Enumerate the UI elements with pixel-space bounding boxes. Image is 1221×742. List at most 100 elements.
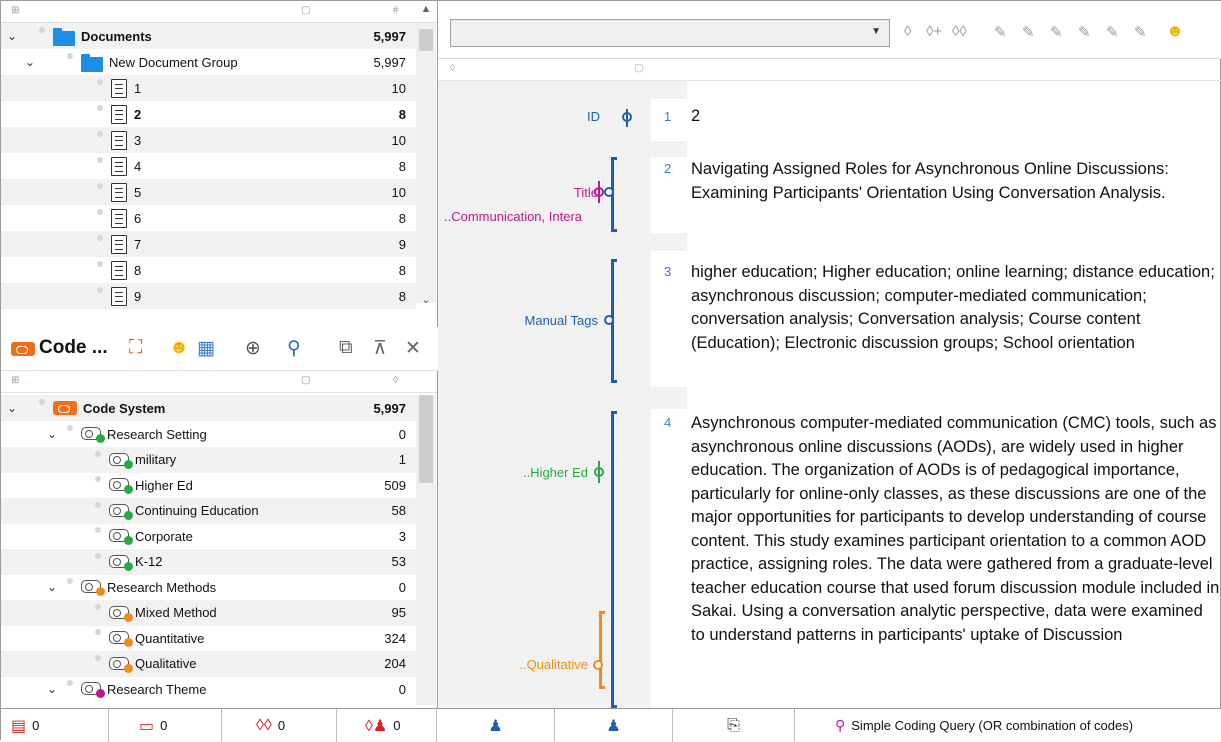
status-codes[interactable]: ▭ 0 (109, 709, 222, 742)
tree-options-icon[interactable]: ⊞ (11, 5, 19, 16)
highlighter-orange-icon[interactable]: ✎ (1134, 23, 1147, 41)
document-row[interactable]: 48 (1, 153, 416, 179)
document-row[interactable]: 1 10 (1, 75, 416, 101)
status-coded-segments[interactable]: ◊◊ 0 (222, 709, 337, 742)
document-count: 10 (391, 132, 406, 148)
coding-stripe-pin[interactable] (593, 660, 603, 670)
code-marker-add-icon[interactable]: ◊+ (926, 23, 942, 40)
scroll-down-arrow[interactable]: ⌄ (416, 293, 436, 306)
scrollbar-thumb[interactable] (419, 395, 433, 483)
table-icon[interactable]: ▦ (197, 337, 215, 360)
document-row[interactable]: 68 (1, 205, 416, 231)
document-row[interactable]: 3 10 (1, 127, 416, 153)
highlighter-green-icon[interactable]: ✎ (1022, 23, 1035, 41)
scroll-up-arrow[interactable]: ▲ (416, 3, 436, 15)
highlighter-yellow-icon[interactable]: ✎ (1106, 23, 1119, 41)
coding-label-manual-tags[interactable]: Manual Tags (525, 313, 598, 328)
dropdown-arrow-icon[interactable]: ▼ (871, 26, 881, 37)
code-marker-multi-icon[interactable]: ◊◊ (952, 23, 967, 40)
highlighter-red-icon[interactable]: ✎ (994, 23, 1007, 41)
paragraph-text[interactable]: higher education; Higher education; onli… (691, 261, 1221, 355)
code-row[interactable]: Higher Ed 509 (1, 472, 416, 498)
collapse-caret-icon[interactable]: ⌄ (45, 580, 59, 594)
memo-column-icon[interactable]: ▢ (301, 375, 310, 386)
status-export[interactable]: ⎘ (673, 709, 795, 742)
tree-options-icon[interactable]: ⊞ (11, 375, 19, 386)
document-row[interactable]: 98 (1, 283, 416, 309)
new-code-icon[interactable]: ⊕ (245, 337, 261, 360)
code-marker-icon[interactable]: ◊ (904, 23, 911, 40)
document-icon (111, 79, 127, 98)
code-row[interactable]: Mixed Method 95 (1, 599, 416, 626)
document-row[interactable]: 5 10 (1, 179, 416, 205)
code-system-root-row[interactable]: ⌄ Code System 5,997 (1, 395, 416, 421)
document-group-row[interactable]: ⌄ New Document Group 5,997 (1, 49, 416, 75)
code-count: 0 (398, 681, 406, 697)
paragraph-text[interactable]: 2 (691, 105, 1221, 129)
status-user-switch[interactable]: ♟ (555, 709, 673, 742)
line-number: 2 (664, 161, 672, 176)
coding-bracket[interactable] (599, 611, 605, 689)
status-query[interactable]: ⚲ Simple Coding Query (OR combination of… (795, 709, 1221, 742)
status-user-filter[interactable]: ♟ (437, 709, 555, 742)
coding-stripe[interactable] (598, 181, 600, 203)
count-column-icon[interactable]: ◊ (393, 375, 398, 386)
document-scrollbar[interactable] (416, 23, 436, 303)
coding-stripe-pin[interactable] (604, 315, 614, 325)
maximize-icon[interactable]: ⊼ (373, 337, 387, 360)
code-category-row[interactable]: ⌄ Research Setting 0 (1, 421, 416, 447)
highlighter-violet-icon[interactable]: ✎ (1078, 23, 1091, 41)
code-tag-icon (109, 631, 133, 647)
undock-icon[interactable]: ⧉ (339, 337, 353, 359)
status-users[interactable]: ◊♟ 0 (337, 709, 437, 742)
document-row[interactable]: 28 (1, 101, 416, 127)
document-row[interactable]: 79 (1, 231, 416, 257)
collapse-caret-icon[interactable]: ⌄ (45, 427, 59, 441)
code-row[interactable]: Continuing Education 58 (1, 497, 416, 524)
status-docs[interactable]: ▤ 0 (1, 709, 109, 742)
coded-segments-icon: ◊◊ (256, 716, 272, 734)
scrollbar-thumb[interactable] (419, 29, 433, 51)
coding-stripe[interactable] (598, 461, 600, 483)
left-panel: ⊞ ▢ # ▲ ⌄ Documents 5,997 ⌄ New Document… (1, 1, 438, 708)
code-row[interactable]: military 1 (1, 446, 416, 473)
coding-label-higher-ed[interactable]: ..Higher Ed (523, 465, 588, 480)
code-row[interactable]: Corporate 3 (1, 523, 416, 549)
coding-stripe-pin[interactable] (604, 187, 614, 197)
coding-bracket[interactable] (611, 411, 617, 708)
emoticode-icon[interactable]: ☻ (169, 337, 189, 359)
code-row[interactable]: Quantitative 324 (1, 625, 416, 651)
paragraph-text[interactable]: Asynchronous computer-mediated communica… (691, 412, 1221, 708)
close-icon[interactable]: ✕ (405, 337, 421, 360)
documents-root-row[interactable]: ⌄ Documents 5,997 (1, 23, 416, 49)
code-row[interactable]: K-12 53 (1, 548, 416, 575)
memo-column-icon[interactable]: ▢ (301, 5, 310, 16)
code-label: Corporate (135, 528, 193, 544)
collapse-caret-icon[interactable]: ⌄ (23, 55, 37, 69)
collapse-caret-icon[interactable]: ⌄ (5, 401, 19, 415)
status-dot (97, 131, 103, 137)
code-tag-icon (81, 682, 105, 698)
paragraph-text[interactable]: Navigating Assigned Roles for Asynchrono… (691, 158, 1221, 205)
document-icon (111, 209, 127, 228)
coding-label-qualitative[interactable]: ..Qualitative (519, 657, 588, 672)
document-selector[interactable]: ▼ (450, 19, 890, 47)
coding-stripe[interactable] (626, 109, 628, 127)
document-row[interactable]: 88 (1, 257, 416, 283)
coding-label-communication[interactable]: ..Communication, Intera (444, 209, 582, 224)
code-count: 1 (398, 452, 406, 467)
code-category-row[interactable]: ⌄ Research Methods 0 (1, 574, 416, 600)
search-icon[interactable]: ⚲ (287, 337, 301, 360)
folder-icon (53, 28, 75, 46)
code-category-row[interactable]: ⌄ Research Theme 0 (1, 676, 416, 702)
coding-label-id[interactable]: ID (587, 109, 600, 124)
count-column-icon[interactable]: # (393, 5, 399, 16)
code-scrollbar[interactable] (416, 395, 436, 705)
collapse-caret-icon[interactable]: ⌄ (45, 682, 59, 696)
collapse-caret-icon[interactable]: ⌄ (5, 29, 19, 43)
emoticon-icon[interactable]: ☻ (1166, 21, 1184, 41)
highlighter-blue-icon[interactable]: ✎ (1050, 23, 1063, 41)
code-row[interactable]: Qualitative 204 (1, 650, 416, 677)
status-dot (97, 157, 103, 163)
code-filter-icon[interactable]: ⛶ (129, 337, 142, 359)
